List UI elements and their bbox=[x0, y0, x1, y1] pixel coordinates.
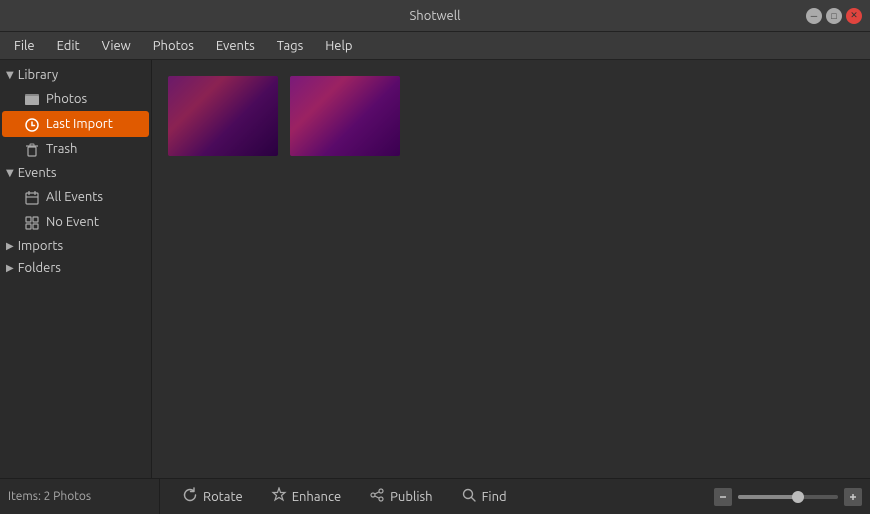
imports-label: Imports bbox=[18, 239, 63, 253]
titlebar: Shotwell ─ □ ✕ bbox=[0, 0, 870, 32]
find-icon bbox=[461, 487, 477, 506]
menu-file[interactable]: File bbox=[4, 36, 45, 56]
sidebar: ▼ Library Photos Last Import bbox=[0, 60, 152, 478]
menu-photos[interactable]: Photos bbox=[143, 36, 204, 56]
sidebar-section-events[interactable]: ▼ Events bbox=[0, 162, 151, 184]
menu-view[interactable]: View bbox=[92, 36, 141, 56]
enhance-label: Enhance bbox=[292, 490, 341, 504]
zoom-slider-thumb[interactable] bbox=[792, 491, 804, 503]
sidebar-item-all-events[interactable]: All Events bbox=[2, 184, 149, 209]
find-label: Find bbox=[482, 490, 507, 504]
publish-button[interactable]: Publish bbox=[355, 483, 446, 510]
sidebar-item-trash[interactable]: Trash bbox=[2, 137, 149, 162]
sidebar-item-last-import[interactable]: Last Import bbox=[2, 111, 149, 136]
photo-grid bbox=[152, 60, 870, 478]
events-label: Events bbox=[18, 166, 57, 180]
library-arrow-icon: ▼ bbox=[6, 69, 14, 81]
sidebar-section-imports[interactable]: ▶ Imports bbox=[0, 235, 151, 257]
statusbar-items-count: Items: 2 Photos bbox=[8, 479, 160, 514]
photo-count: 2 Photos bbox=[44, 490, 91, 503]
zoom-slider[interactable] bbox=[738, 495, 838, 499]
minimize-button[interactable]: ─ bbox=[806, 8, 822, 24]
sidebar-item-photos[interactable]: Photos bbox=[2, 86, 149, 111]
enhance-button[interactable]: Enhance bbox=[257, 483, 355, 510]
folders-arrow-icon: ▶ bbox=[6, 262, 14, 274]
menu-tags[interactable]: Tags bbox=[267, 36, 314, 56]
sidebar-item-no-event[interactable]: No Event bbox=[2, 210, 149, 235]
menu-help[interactable]: Help bbox=[315, 36, 362, 56]
menu-events[interactable]: Events bbox=[206, 36, 265, 56]
zoom-area bbox=[714, 488, 862, 506]
main-area: ▼ Library Photos Last Import bbox=[0, 60, 870, 478]
rotate-icon bbox=[182, 487, 198, 506]
find-button[interactable]: Find bbox=[447, 483, 521, 510]
sidebar-all-events-label: All Events bbox=[46, 190, 103, 204]
zoom-slider-fill bbox=[738, 495, 798, 499]
publish-label: Publish bbox=[390, 490, 432, 504]
no-event-icon bbox=[24, 214, 40, 231]
sidebar-last-import-label: Last Import bbox=[46, 117, 113, 131]
rotate-label: Rotate bbox=[203, 490, 243, 504]
photo-thumbnail[interactable] bbox=[168, 76, 278, 156]
app-title: Shotwell bbox=[409, 9, 460, 23]
menubar: File Edit View Photos Events Tags Help bbox=[0, 32, 870, 60]
maximize-button[interactable]: □ bbox=[826, 8, 842, 24]
zoom-out-icon[interactable] bbox=[714, 488, 732, 506]
events-arrow-icon: ▼ bbox=[6, 167, 14, 179]
enhance-icon bbox=[271, 487, 287, 506]
sidebar-no-event-label: No Event bbox=[46, 215, 99, 229]
items-label: Items: bbox=[8, 490, 41, 503]
sidebar-photos-label: Photos bbox=[46, 92, 87, 106]
library-label: Library bbox=[18, 68, 58, 82]
window-controls: ─ □ ✕ bbox=[806, 8, 862, 24]
sidebar-section-folders[interactable]: ▶ Folders bbox=[0, 257, 151, 279]
publish-icon bbox=[369, 487, 385, 506]
zoom-in-icon[interactable] bbox=[844, 488, 862, 506]
all-events-icon bbox=[24, 188, 40, 205]
imports-arrow-icon: ▶ bbox=[6, 240, 14, 252]
photos-folder-icon bbox=[24, 90, 40, 107]
folders-label: Folders bbox=[18, 261, 61, 275]
menu-edit[interactable]: Edit bbox=[47, 36, 90, 56]
photo-thumbnail[interactable] bbox=[290, 76, 400, 156]
rotate-button[interactable]: Rotate bbox=[168, 483, 257, 510]
statusbar: Items: 2 Photos Rotate Enhance bbox=[0, 478, 870, 514]
trash-icon bbox=[24, 141, 40, 158]
sidebar-section-library[interactable]: ▼ Library bbox=[0, 64, 151, 86]
sidebar-trash-label: Trash bbox=[46, 142, 77, 156]
close-button[interactable]: ✕ bbox=[846, 8, 862, 24]
last-import-icon bbox=[24, 115, 40, 132]
toolbar-area: Rotate Enhance Publish bbox=[160, 483, 862, 510]
